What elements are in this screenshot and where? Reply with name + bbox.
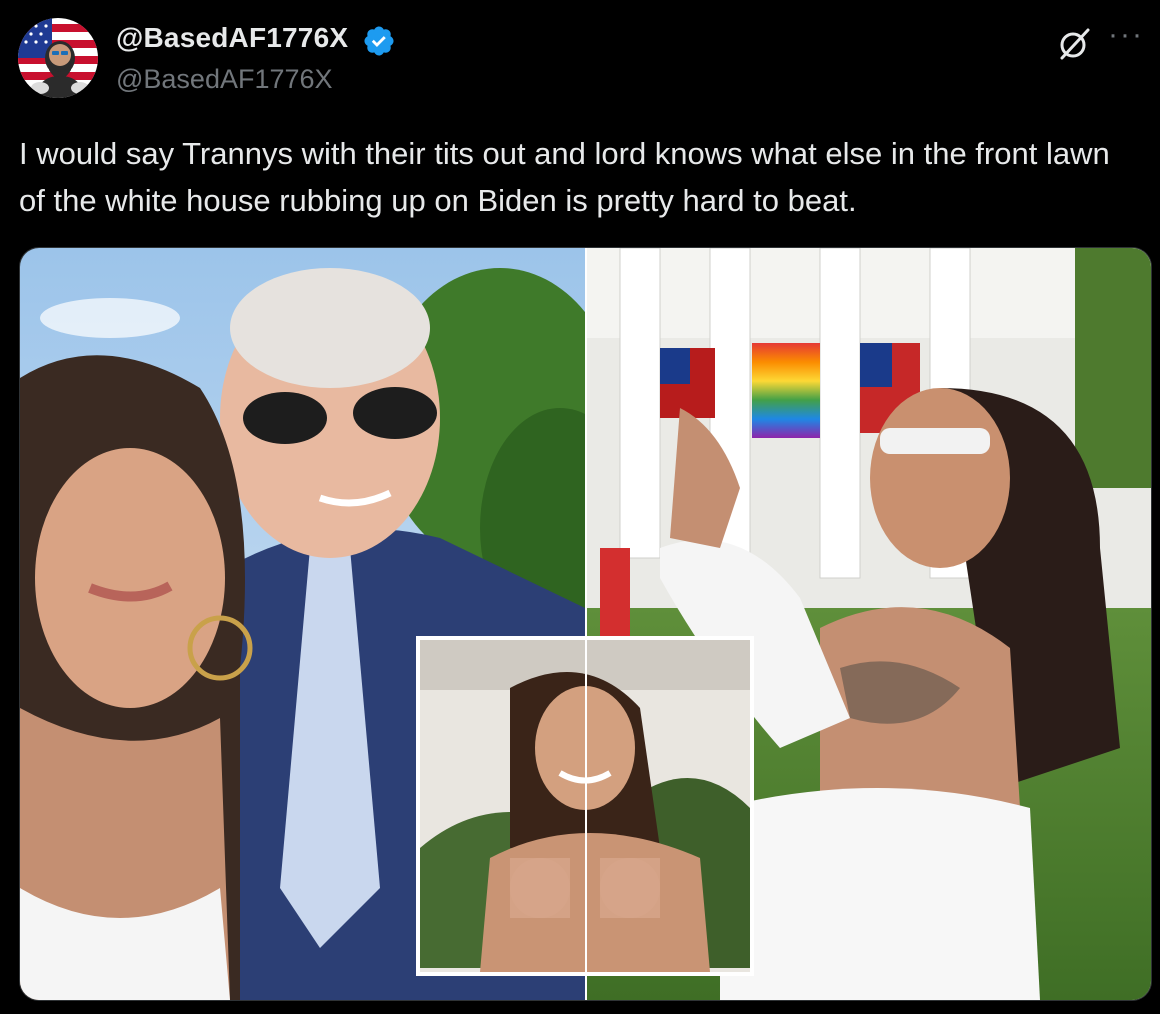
avatar[interactable] [18,18,98,98]
media-collage [20,248,1151,1000]
user-handle[interactable]: @BasedAF1776X [116,64,333,95]
more-options-icon[interactable]: ··· [1108,20,1144,50]
grok-icon[interactable] [1054,24,1094,64]
tweet: @BasedAF1776X @BasedAF1776X ··· I would … [0,0,1160,1014]
display-name[interactable]: @BasedAF1776X [116,22,348,54]
tweet-media[interactable] [19,247,1152,1001]
tweet-text: I would say Trannys with their tits out … [19,136,1110,218]
avatar-us-flag-icon [18,18,98,98]
verified-badge-icon [364,26,394,56]
